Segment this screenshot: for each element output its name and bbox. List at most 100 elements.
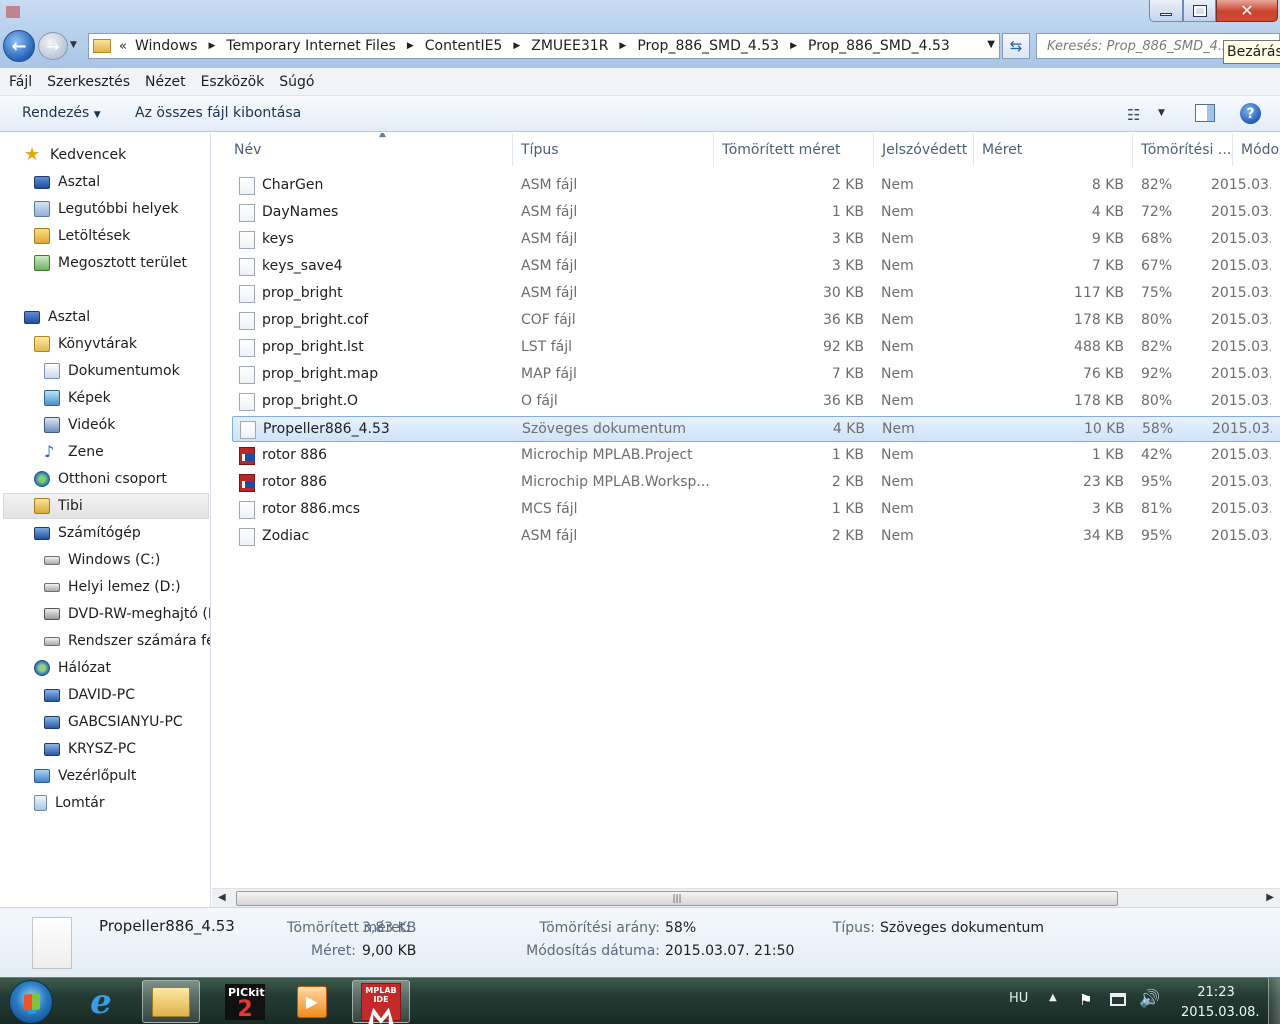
back-button[interactable]: ←: [3, 30, 35, 62]
show-desktop-button[interactable]: [1268, 978, 1280, 1024]
column-header-type[interactable]: Típus: [513, 133, 714, 166]
file-row[interactable]: keys_save4 ASM fájl 3 KB Nem 7 KB 67% 2015.03.…: [232, 254, 1280, 280]
menu-tools[interactable]: Eszközök: [201, 74, 265, 90]
horizontal-scrollbar[interactable]: ◀ ||| ▶: [212, 888, 1280, 907]
nav-drive-c[interactable]: Windows (C:): [44, 547, 160, 573]
pickit-icon: PICkit 2: [225, 983, 265, 1020]
nav-fav-recent-places[interactable]: Legutóbbi helyek: [34, 196, 178, 222]
nav-fav-shared-area[interactable]: Megosztott terület: [34, 250, 187, 276]
refresh-button[interactable]: ⇆: [1002, 33, 1030, 59]
nav-desktop[interactable]: Asztal: [24, 304, 90, 330]
file-row[interactable]: rotor 886 Microchip MPLAB.Project 1 KB Nem 1…: [232, 443, 1280, 469]
nav-fav-downloads[interactable]: Letöltések: [34, 223, 130, 249]
scrollbar-thumb[interactable]: |||: [236, 891, 1118, 906]
chevron-right-icon[interactable]: ▶: [619, 41, 626, 51]
chevron-right-icon[interactable]: ▶: [208, 41, 215, 51]
file-row[interactable]: prop_bright ASM fájl 30 KB Nem 117 KB 75% 2015…: [232, 281, 1280, 307]
address-bar[interactable]: « Windows ▶ Temporary Internet Files ▶ C…: [88, 33, 1000, 59]
nav-user-tibi[interactable]: Tibi: [3, 493, 209, 519]
nav-lib-pictures[interactable]: Képek: [44, 385, 111, 411]
breadcrumb-zmuee31r[interactable]: ZMUEE31R: [531, 38, 608, 54]
file-row[interactable]: CharGen ASM fájl 2 KB Nem 8 KB 82% 2015.03.07.: [232, 173, 1280, 199]
volume-icon[interactable]: 🔊: [1139, 989, 1160, 1009]
column-header-size[interactable]: Méret: [974, 133, 1133, 166]
nav-dvd-drive[interactable]: DVD-RW-meghajtó (E:): [44, 601, 210, 627]
forward-button[interactable]: →: [38, 32, 68, 60]
recycle-bin-icon: [34, 795, 47, 811]
nav-net-gabcsianyu-pc[interactable]: GABCSIANYU-PC: [44, 709, 183, 735]
nav-recycle-bin[interactable]: Lomtár: [34, 790, 105, 816]
scroll-right-icon[interactable]: ▶: [1266, 892, 1274, 903]
file-row[interactable]: rotor 886 Microchip MPLAB.Worksp... 2 KB Ne…: [232, 470, 1280, 496]
taskbar-windows-explorer[interactable]: [142, 980, 200, 1023]
file-row[interactable]: Zodiac ASM fájl 2 KB Nem 34 KB 95% 2015.03.07.: [232, 524, 1280, 550]
clock[interactable]: 21:23 2015.03.08.: [1181, 983, 1260, 1023]
breadcrumb-windows[interactable]: Windows: [135, 38, 198, 54]
nav-libraries[interactable]: Könyvtárak: [34, 331, 137, 357]
file-row[interactable]: prop_bright.cof COF fájl 36 KB Nem 178 KB 80%…: [232, 308, 1280, 334]
nav-favorites[interactable]: ★ Kedvencek: [24, 142, 126, 168]
menu-edit[interactable]: Szerkesztés: [47, 74, 130, 90]
extract-all-button[interactable]: Az összes fájl kibontása: [135, 105, 301, 121]
action-center-flag-icon[interactable]: ⚑: [1079, 991, 1092, 1009]
view-options-button[interactable]: ☷: [1127, 106, 1140, 124]
nav-lib-documents[interactable]: Dokumentumok: [44, 358, 180, 384]
breadcrumb-contentie5[interactable]: ContentIE5: [425, 38, 503, 54]
chevron-right-icon[interactable]: ▶: [790, 41, 797, 51]
breadcrumb-prop-886-zip[interactable]: Prop_886_SMD_4.53: [637, 38, 779, 54]
breadcrumb-prop-886-folder[interactable]: Prop_886_SMD_4.53: [808, 38, 950, 54]
language-indicator[interactable]: HU: [1009, 991, 1028, 1006]
file-size: 10 KB: [1083, 421, 1125, 437]
file-row[interactable]: prop_bright.O O fájl 36 KB Nem 178 KB 80% 2015…: [232, 389, 1280, 415]
nav-network[interactable]: Hálózat: [34, 655, 111, 681]
address-dropdown-button[interactable]: ▼: [987, 39, 995, 50]
nav-fav-desktop[interactable]: Asztal: [34, 169, 100, 195]
breadcrumb-temporary-internet-files[interactable]: Temporary Internet Files: [226, 38, 395, 54]
file-row[interactable]: Propeller886_4.53 Szöveges dokumentum 4 KB…: [232, 416, 1280, 442]
view-dropdown-button[interactable]: ▼: [1158, 108, 1165, 118]
shared-folder-icon: [34, 255, 50, 271]
nav-lib-videos[interactable]: Videók: [44, 412, 115, 438]
taskbar-pickit2[interactable]: PICkit 2: [216, 980, 274, 1023]
nav-drive-d[interactable]: Helyi lemez (D:): [44, 574, 181, 600]
nav-homegroup[interactable]: Otthoni csoport: [34, 466, 167, 492]
preview-pane-button[interactable]: [1195, 104, 1215, 122]
column-header-modified[interactable]: Módosítás dátuma: [1233, 133, 1280, 166]
column-header-password-protected[interactable]: Jelszóvédett: [874, 133, 974, 166]
recent-pages-dropdown[interactable]: ▼: [70, 40, 77, 50]
file-row[interactable]: rotor 886.mcs MCS fájl 1 KB Nem 3 KB 81% 2015.…: [232, 497, 1280, 523]
file-row[interactable]: prop_bright.lst LST fájl 92 KB Nem 488 KB 82%…: [232, 335, 1280, 361]
help-button[interactable]: ?: [1240, 103, 1261, 124]
minimize-button[interactable]: [1149, 0, 1183, 22]
breadcrumb-overflow-button[interactable]: «: [119, 39, 127, 54]
nav-control-panel[interactable]: Vezérlőpult: [34, 763, 136, 789]
column-header-name[interactable]: Név ▲: [226, 133, 513, 166]
network-tray-icon[interactable]: [1110, 993, 1126, 1006]
file-compressed-size: 7 KB: [831, 366, 864, 382]
file-row[interactable]: keys ASM fájl 3 KB Nem 9 KB 68% 2015.03.07.: [232, 227, 1280, 253]
file-row[interactable]: DayNames ASM fájl 1 KB Nem 4 KB 72% 2015.03.07…: [232, 200, 1280, 226]
taskbar-media-player[interactable]: ▶: [283, 980, 341, 1023]
maximize-button[interactable]: [1183, 0, 1216, 22]
nav-lib-music[interactable]: ♪ Zene: [44, 439, 104, 465]
nav-net-david-pc[interactable]: DAVID-PC: [44, 682, 135, 708]
menu-file[interactable]: Fájl: [9, 74, 32, 90]
close-button[interactable]: ✕: [1216, 0, 1278, 22]
nav-computer[interactable]: Számítógép: [34, 520, 141, 546]
file-row[interactable]: prop_bright.map MAP fájl 7 KB Nem 76 KB 92% 20…: [232, 362, 1280, 388]
show-hidden-icons-button[interactable]: ▲: [1049, 992, 1057, 1003]
nav-net-krysz-pc[interactable]: KRYSZ-PC: [44, 736, 136, 762]
scroll-left-icon[interactable]: ◀: [218, 892, 226, 903]
nav-system-reserved[interactable]: Rendszer számára fenntartott: [44, 628, 210, 654]
menu-view[interactable]: Nézet: [145, 74, 186, 90]
menu-help[interactable]: Súgó: [279, 74, 314, 90]
column-header-compressed-size[interactable]: Tömörített méret: [714, 133, 874, 166]
file-modified-date: 2015.03.07.: [1211, 285, 1271, 301]
organize-button[interactable]: Rendezés ▼: [22, 105, 101, 121]
column-header-ratio[interactable]: Tömörítési ...: [1133, 133, 1233, 166]
start-button[interactable]: [9, 980, 53, 1024]
chevron-right-icon[interactable]: ▶: [407, 41, 414, 51]
taskbar-mplab-ide[interactable]: MPLAB IDE: [352, 980, 410, 1024]
chevron-right-icon[interactable]: ▶: [513, 41, 520, 51]
taskbar-internet-explorer[interactable]: e: [72, 980, 130, 1023]
